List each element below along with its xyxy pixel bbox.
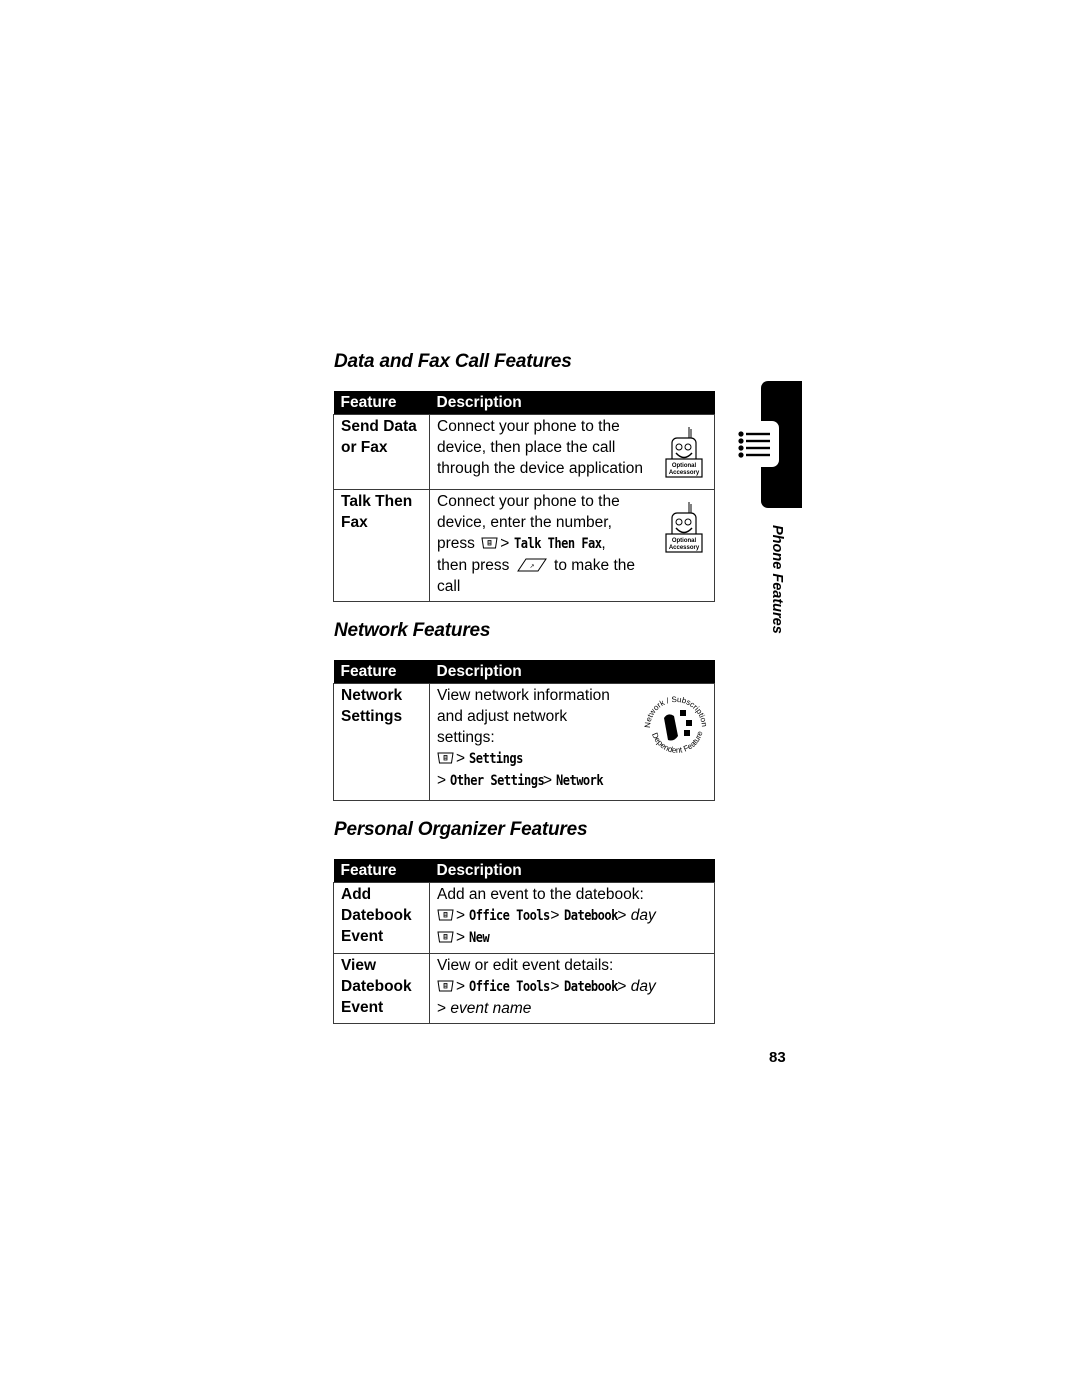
feature-description: View or edit event details: > Office Too… <box>429 953 715 1024</box>
feature-description: Connect your phone to the device, enter … <box>429 489 715 602</box>
menu-key-icon <box>437 931 454 943</box>
svg-text:Accessory: Accessory <box>669 470 700 476</box>
data-fax-features-table: Feature Description Send Data or Fax Con… <box>333 391 715 602</box>
table-row: Network Settings View network informatio… <box>333 683 715 801</box>
svg-text:Optional: Optional <box>672 463 697 469</box>
header-feature: Feature <box>333 859 430 883</box>
send-key-icon <box>517 558 547 572</box>
menu-item: Other Settings <box>450 773 545 789</box>
menu-item: Datebook <box>563 979 618 995</box>
menu-key-icon <box>437 909 454 921</box>
table-row: Add Datebook Event Add an event to the d… <box>333 882 715 954</box>
table-row: View Datebook Event View or edit event d… <box>333 953 715 1024</box>
personal-organizer-features-table: Feature Description Add Datebook Event A… <box>333 859 715 1024</box>
header-feature: Feature <box>333 660 430 684</box>
chapter-label: Phone Features <box>769 525 785 634</box>
menu-item: Office Tools <box>469 908 551 924</box>
section-title-personal-organizer: Personal Organizer Features <box>334 819 588 840</box>
network-features-table: Feature Description Network Settings Vie… <box>333 660 715 801</box>
menu-item: New <box>469 930 490 946</box>
section-title-network: Network Features <box>334 620 491 641</box>
feature-name: Add Datebook Event <box>333 882 430 954</box>
header-feature: Feature <box>333 391 430 415</box>
feature-description: View network information and adjust netw… <box>429 683 715 801</box>
svg-text:Optional: Optional <box>672 538 697 544</box>
header-description: Description <box>429 859 715 883</box>
header-description: Description <box>429 391 715 415</box>
feature-description: Connect your phone to the device, then p… <box>429 414 715 490</box>
section-title-data-fax: Data and Fax Call Features <box>334 351 572 372</box>
optional-accessory-icon: Optional Accessory <box>664 425 704 481</box>
menu-item: Settings <box>469 751 524 767</box>
menu-key-icon <box>437 752 454 764</box>
feature-name: Network Settings <box>333 683 430 801</box>
menu-item: Network <box>556 773 604 789</box>
svg-text:Network / Subscription: Network / Subscription <box>643 695 709 728</box>
svg-text:Accessory: Accessory <box>669 545 700 551</box>
table-row: Send Data or Fax Connect your phone to t… <box>333 414 715 490</box>
menu-key-icon <box>481 537 498 549</box>
table-row: Talk Then Fax Connect your phone to the … <box>333 489 715 602</box>
table-header: Feature Description <box>333 391 715 415</box>
header-description: Description <box>429 660 715 684</box>
menu-item: Office Tools <box>469 979 551 995</box>
menu-list-icon <box>738 431 770 458</box>
feature-description: Add an event to the datebook: > Office T… <box>429 882 715 954</box>
menu-item: Talk Then Fax <box>513 536 602 552</box>
page-number: 83 <box>769 1049 786 1066</box>
optional-accessory-icon: Optional Accessory <box>664 500 704 556</box>
menu-item: Datebook <box>563 908 618 924</box>
menu-key-icon <box>437 980 454 992</box>
feature-name: Talk Then Fax <box>333 489 430 602</box>
table-header: Feature Description <box>333 859 715 883</box>
network-subscription-dependent-feature-icon: Network / Subscription Dependent Feature <box>640 690 712 762</box>
table-header: Feature Description <box>333 660 715 684</box>
feature-name: View Datebook Event <box>333 953 430 1024</box>
feature-name: Send Data or Fax <box>333 414 430 490</box>
